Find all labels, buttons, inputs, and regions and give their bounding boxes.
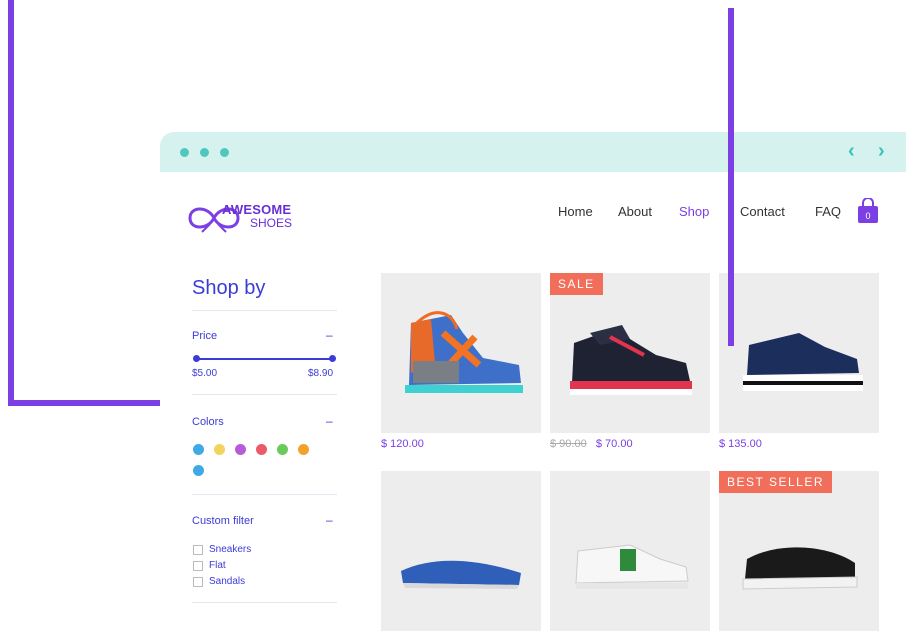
product-card-slip-on[interactable]: BEST SELLER (719, 471, 879, 631)
sale-price: $ 70.00 (595, 438, 633, 450)
white-sneaker-image (575, 544, 689, 589)
checkbox-flat[interactable] (193, 561, 203, 571)
checkbox-sandals[interactable] (193, 577, 203, 587)
collapse-custom-icon[interactable]: – (326, 513, 333, 527)
price-max: $8.90 (308, 368, 334, 379)
collapse-colors-icon[interactable]: – (326, 414, 333, 428)
nav-about[interactable]: About (618, 204, 652, 219)
color-swatch[interactable] (298, 444, 309, 455)
price-slider-min-handle[interactable] (193, 355, 200, 362)
option-sandals[interactable]: Sandals (209, 576, 245, 587)
original-price: $ 90.00 (550, 438, 587, 450)
checkbox-sneakers[interactable] (193, 545, 203, 555)
divider (192, 394, 337, 395)
best-seller-badge: BEST SELLER (719, 471, 832, 493)
decorative-line (8, 0, 14, 406)
window-dot (220, 148, 229, 157)
shopping-bag-icon[interactable]: 0 (857, 198, 879, 224)
window-dot (200, 148, 209, 157)
black-slip-on-image (742, 547, 858, 590)
product-card-sale-sneaker[interactable]: SALE (550, 273, 710, 433)
forward-arrow-icon[interactable]: › (878, 140, 885, 163)
nav-faq[interactable]: FAQ (815, 204, 841, 219)
cart-count: 0 (865, 211, 870, 221)
brand-name-sub[interactable]: SHOES (250, 216, 292, 230)
price-min: $5.00 (192, 368, 218, 379)
divider (192, 310, 337, 311)
decorative-line (728, 8, 734, 346)
product-card-high-top-sneaker[interactable] (381, 273, 541, 433)
nav-shop[interactable]: Shop (679, 204, 709, 219)
browser-toolbar: ‹ › (160, 132, 906, 172)
product-card-flat-shoe[interactable] (381, 471, 541, 631)
filter-price-label[interactable]: Price (192, 330, 217, 342)
navy-platform-sneaker-image (743, 333, 863, 391)
price-slider-max-handle[interactable] (329, 355, 336, 362)
filter-colors-label[interactable]: Colors (192, 416, 224, 428)
product-price: $ 90.00 $ 70.00 (550, 438, 633, 450)
divider (192, 602, 337, 603)
browser-window: ‹ › AWESOME SHOES Home About Shop Contac… (160, 132, 906, 631)
sale-badge: SALE (550, 273, 603, 295)
collapse-price-icon[interactable]: – (326, 328, 333, 342)
product-card-white-sneaker[interactable] (550, 471, 710, 631)
color-swatch[interactable] (193, 465, 204, 476)
window-dot (180, 148, 189, 157)
sidebar-title: Shop by (192, 277, 266, 299)
black-red-sneaker-image (570, 325, 692, 395)
option-flat[interactable]: Flat (209, 560, 226, 571)
nav-contact[interactable]: Contact (740, 204, 785, 219)
brand-name[interactable]: AWESOME (222, 202, 291, 217)
color-swatch[interactable] (256, 444, 267, 455)
blue-patterned-flat-image (401, 560, 521, 589)
price-slider-track[interactable] (196, 358, 334, 360)
nav-home[interactable]: Home (558, 204, 593, 219)
color-swatch[interactable] (277, 444, 288, 455)
color-swatch[interactable] (235, 444, 246, 455)
divider (192, 494, 337, 495)
product-card-platform-sneaker[interactable] (719, 273, 879, 433)
product-price: $ 135.00 (719, 438, 762, 450)
product-price: $ 120.00 (381, 438, 424, 450)
filter-custom-label[interactable]: Custom filter (192, 515, 254, 527)
color-swatch[interactable] (193, 444, 204, 455)
color-swatch[interactable] (214, 444, 225, 455)
high-top-sneaker-image (405, 311, 523, 393)
option-sneakers[interactable]: Sneakers (209, 544, 251, 555)
back-arrow-icon[interactable]: ‹ (848, 140, 855, 163)
